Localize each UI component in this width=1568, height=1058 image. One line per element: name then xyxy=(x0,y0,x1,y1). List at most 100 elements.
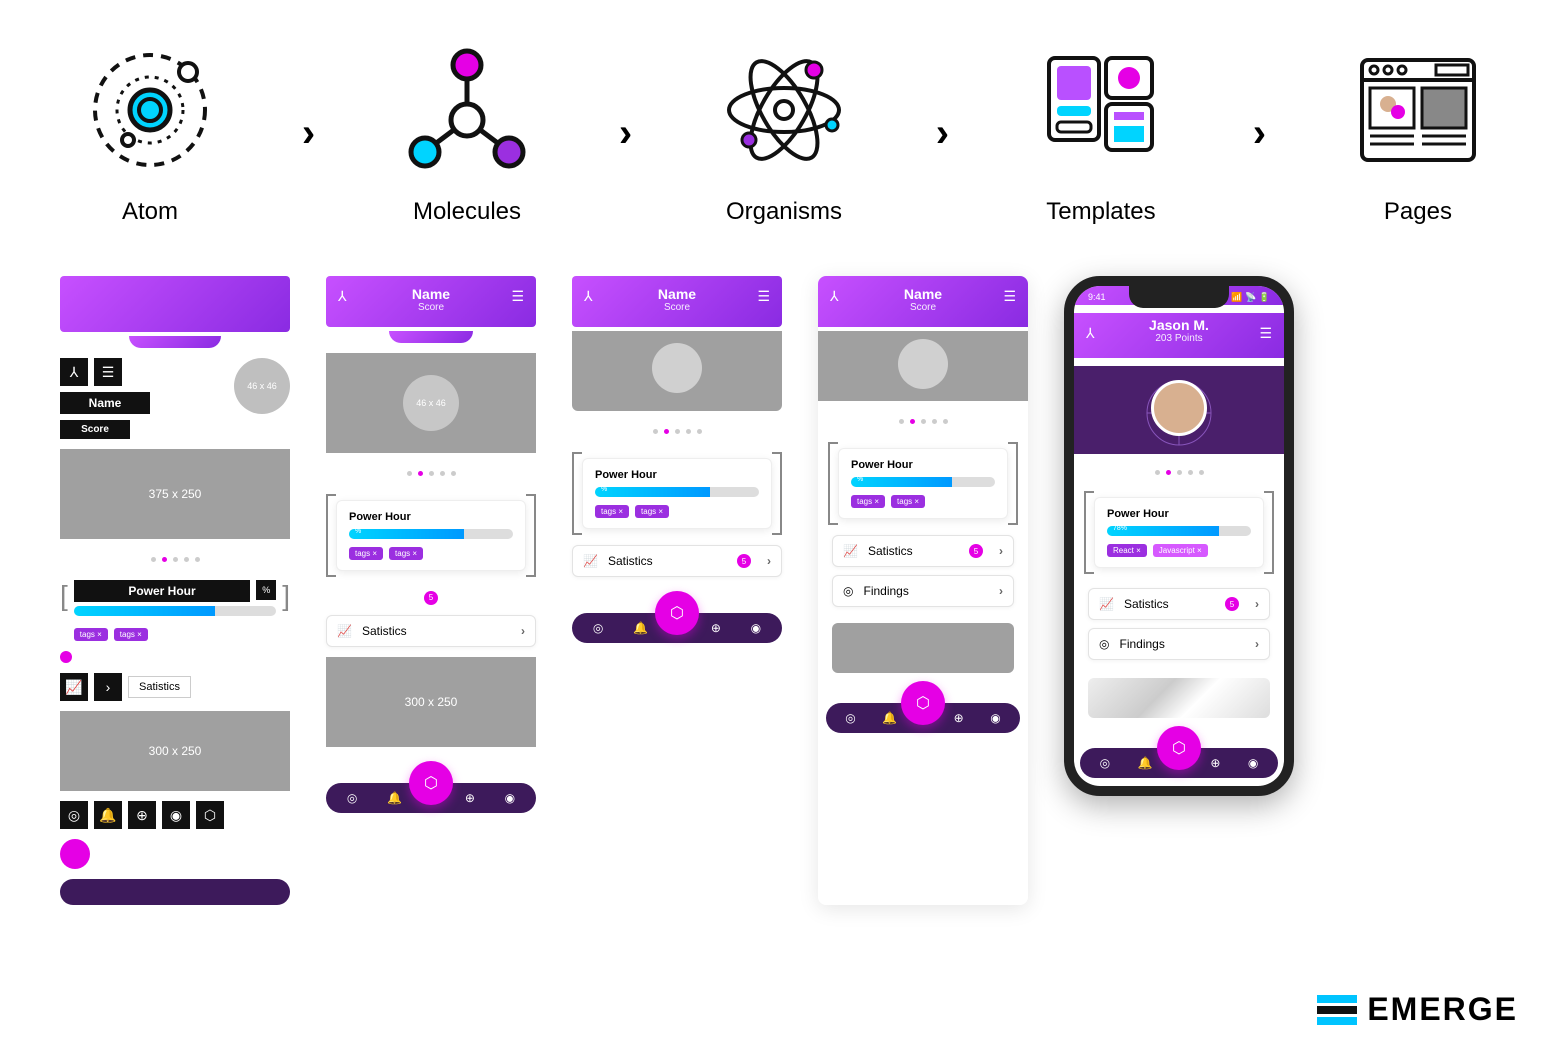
content-placeholder xyxy=(832,623,1014,673)
user-avatar[interactable] xyxy=(1151,380,1207,436)
progress-bar: 78% xyxy=(1107,526,1251,536)
stats-button[interactable]: 📈Satistics5› xyxy=(572,545,782,577)
atom-column: ⅄ ☰ Name Score 46 x 46 375 x 250 [ Power… xyxy=(60,276,290,905)
avatar-placeholder: 46 x 46 xyxy=(403,375,459,431)
compass-icon[interactable]: ◎ xyxy=(60,801,88,829)
app-header: ⅄ Name Score ☰ xyxy=(818,276,1028,327)
user-icon[interactable]: ◉ xyxy=(751,621,761,635)
progress-bar: % xyxy=(595,487,759,497)
chart-icon: 📈 xyxy=(583,554,598,568)
radar-hero xyxy=(1074,366,1284,454)
count-badge: 5 xyxy=(969,544,983,558)
progress-bar: % xyxy=(349,529,513,539)
avatar-placeholder: 46 x 46 xyxy=(234,358,290,414)
stage-organisms: Organisms xyxy=(714,40,854,226)
header-name: Name xyxy=(818,286,1028,302)
chevron-right-icon: › xyxy=(619,111,632,156)
pagination-dots[interactable] xyxy=(1074,462,1284,483)
menu-icon[interactable]: ☰ xyxy=(757,288,770,305)
compass-icon[interactable]: ◎ xyxy=(1100,756,1110,770)
phone-notch xyxy=(1129,286,1229,308)
tag-chip[interactable]: React × xyxy=(1107,544,1147,557)
tab-bar: ⬡ ◎🔔.⊕◉ xyxy=(572,613,782,643)
content-placeholder: 300 x 250 xyxy=(60,711,290,791)
organism-icon xyxy=(714,40,854,180)
globe-icon[interactable]: ⊕ xyxy=(128,801,156,829)
user-icon[interactable]: ◉ xyxy=(990,711,1000,725)
globe-icon[interactable]: ⊕ xyxy=(711,621,721,635)
tag-chip[interactable]: tags × xyxy=(74,628,108,641)
compass-icon[interactable]: ◎ xyxy=(347,791,357,805)
findings-button[interactable]: ◎Findings› xyxy=(832,575,1014,607)
stats-button[interactable]: 📈Satistics5› xyxy=(1088,588,1270,620)
bell-icon[interactable]: 🔔 xyxy=(387,791,402,805)
hero-area xyxy=(818,331,1028,401)
chart-icon: 📈 xyxy=(1099,597,1114,611)
tag-chip[interactable]: tags × xyxy=(891,495,925,508)
target-icon: ◎ xyxy=(843,584,853,598)
target-icon: ◎ xyxy=(1099,637,1109,651)
stage-pages: Pages xyxy=(1348,40,1488,226)
chevron-right-icon: › xyxy=(1253,111,1266,156)
power-card-wrapper: Power Hour % tags ×tags × xyxy=(828,442,1018,525)
tag-chip[interactable]: tags × xyxy=(851,495,885,508)
tag-chip[interactable]: tags × xyxy=(349,547,383,560)
pagination-dots[interactable] xyxy=(572,421,782,442)
molecule-icon xyxy=(397,40,537,180)
tag-chip[interactable]: tags × xyxy=(114,628,148,641)
power-card: Power Hour 78% React ×Javascript × xyxy=(1094,497,1264,568)
menu-icon[interactable]: ☰ xyxy=(1259,325,1272,342)
user-icon[interactable]: ◉ xyxy=(1248,756,1258,770)
status-time: 9:41 xyxy=(1088,292,1106,303)
stats-label: Satistics xyxy=(128,676,191,698)
card-title: Power Hour xyxy=(349,511,513,523)
phone-frame: 9:41📶 📡 🔋 ⅄ Jason M. 203 Points ☰ xyxy=(1064,276,1294,796)
cube-icon[interactable]: ⬡ xyxy=(196,801,224,829)
chart-icon: 📈 xyxy=(843,544,858,558)
pagination-dots[interactable] xyxy=(326,463,536,484)
mockup-columns: ⅄ ☰ Name Score 46 x 46 375 x 250 [ Power… xyxy=(50,246,1518,905)
chevron-right-icon: › xyxy=(521,624,525,638)
globe-icon[interactable]: ⊕ xyxy=(1210,756,1220,770)
compass-icon[interactable]: ◎ xyxy=(593,621,603,635)
chart-icon: 📈 xyxy=(337,624,352,638)
user-icon[interactable]: ◉ xyxy=(505,791,515,805)
menu-icon[interactable]: ☰ xyxy=(511,288,524,305)
score-chip: Score xyxy=(60,420,130,439)
tab-bar: ⬡ ◎🔔.⊕◉ xyxy=(326,783,536,813)
bell-icon[interactable]: 🔔 xyxy=(94,801,122,829)
tag-chip[interactable]: tags × xyxy=(389,547,423,560)
stage-label: Molecules xyxy=(413,198,521,226)
chevron-right-icon: › xyxy=(302,111,315,156)
menu-icon[interactable]: ☰ xyxy=(1003,288,1016,305)
bell-icon[interactable]: 🔔 xyxy=(1137,756,1152,770)
stage-molecules: Molecules xyxy=(397,40,537,226)
hero-placeholder: 375 x 250 xyxy=(60,449,290,539)
app-header: ⅄ Name Score ☰ xyxy=(326,276,536,327)
power-card: Power Hour % tags ×tags × xyxy=(838,448,1008,519)
hero-area xyxy=(572,331,782,411)
power-card: Power Hour % tags × tags × xyxy=(336,500,526,571)
stage-templates: Templates xyxy=(1031,40,1171,226)
pagination-dots[interactable] xyxy=(818,411,1028,432)
header-block xyxy=(60,276,290,332)
globe-icon[interactable]: ⊕ xyxy=(465,791,475,805)
bell-icon[interactable]: 🔔 xyxy=(633,621,648,635)
tag-chip[interactable]: Javascript × xyxy=(1153,544,1208,557)
user-icon[interactable]: ◉ xyxy=(162,801,190,829)
stage-atom: Atom xyxy=(80,40,220,226)
bell-icon[interactable]: 🔔 xyxy=(882,711,897,725)
fab-dot[interactable] xyxy=(60,839,90,869)
menu-icon: ☰ xyxy=(94,358,122,386)
tag-chip[interactable]: tags × xyxy=(635,505,669,518)
stats-button[interactable]: 📈Satistics5› xyxy=(832,535,1014,567)
globe-icon[interactable]: ⊕ xyxy=(954,711,964,725)
content-image xyxy=(1088,678,1270,718)
compass-icon[interactable]: ◎ xyxy=(845,711,855,725)
findings-button[interactable]: ◎Findings› xyxy=(1088,628,1270,660)
tag-chip[interactable]: tags × xyxy=(595,505,629,518)
badge-dot xyxy=(60,651,72,663)
avatar-placeholder xyxy=(898,339,948,389)
chevron-right-icon: › xyxy=(999,584,1003,598)
stats-button[interactable]: 📈Satistics› xyxy=(326,615,536,647)
